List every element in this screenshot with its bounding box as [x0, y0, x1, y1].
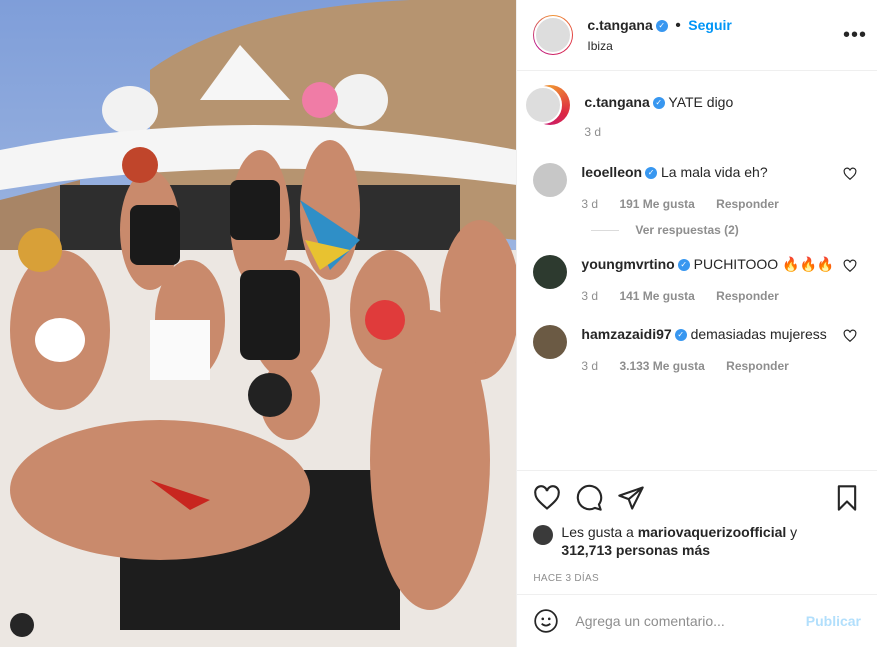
verified-badge-icon: ✓ — [652, 97, 665, 110]
replies-divider — [591, 229, 620, 231]
likes-suffix: y — [790, 524, 798, 540]
caption-username[interactable]: c.tangana — [584, 94, 649, 110]
follow-button[interactable]: Seguir — [688, 17, 732, 33]
comment-time: 3 d — [581, 359, 599, 373]
comment-likes[interactable]: 141 Me gusta — [619, 289, 694, 303]
reply-button[interactable]: Responder — [716, 289, 779, 303]
like-comment-icon[interactable] — [843, 329, 857, 343]
emoji-icon[interactable] — [533, 608, 559, 634]
reply-button[interactable]: Responder — [726, 359, 789, 373]
post-time: HACE 3 DÍAS — [533, 573, 599, 584]
separator-dot: • — [675, 17, 681, 34]
share-icon[interactable] — [617, 484, 645, 512]
caption: c.tangana ✓ YATE digo 3 d — [524, 85, 861, 141]
author-avatar[interactable] — [533, 15, 574, 55]
comment-text: demasiadas mujeress — [690, 326, 827, 342]
verified-badge-icon: ✓ — [677, 259, 690, 272]
save-bookmark-icon[interactable] — [833, 484, 861, 512]
commenter-avatar[interactable] — [533, 325, 568, 359]
comment-time: 3 d — [581, 197, 599, 211]
likes-summary: Les gusta a mariovaquerizoofficial y 312… — [533, 523, 861, 559]
author-username[interactable]: c.tangana — [587, 17, 652, 33]
like-comment-icon[interactable] — [843, 167, 857, 181]
view-replies-label: Ver respuestas (2) — [635, 223, 739, 237]
comment-icon[interactable] — [575, 484, 603, 512]
commenter-avatar[interactable] — [533, 255, 568, 289]
caption-text: YATE digo — [668, 94, 734, 110]
liker-username[interactable]: mariovaquerizoofficial — [638, 524, 787, 540]
add-comment-bar: Agrega un comentario... Publicar — [517, 594, 877, 647]
location-link[interactable]: Ibiza — [587, 39, 731, 53]
comments-list: c.tangana ✓ YATE digo 3 d leoelleon ✓ La m… — [517, 85, 877, 389]
post-actions: Les gusta a mariovaquerizoofficial y 312… — [517, 470, 877, 584]
like-comment-icon[interactable] — [843, 259, 857, 273]
comment-time: 3 d — [581, 289, 599, 303]
comment-likes[interactable]: 191 Me gusta — [619, 197, 694, 211]
comment-item: youngmvrtino ✓ PUCHITOOO 🔥🔥🔥 3 d 141 Me g… — [533, 255, 861, 305]
post-container: c.tangana ✓ • Seguir Ibiza ••• c.tangana ✓… — [0, 0, 877, 647]
caption-avatar[interactable] — [524, 85, 571, 125]
action-bar — [533, 483, 861, 513]
commenter-username[interactable]: leoelleon — [581, 164, 642, 180]
likes-count[interactable]: 312,713 personas más — [561, 542, 710, 558]
more-options-icon[interactable]: ••• — [843, 24, 867, 47]
publish-button[interactable]: Publicar — [806, 613, 861, 629]
caption-time: 3 d — [584, 125, 602, 139]
commenter-username[interactable]: youngmvrtino — [581, 256, 674, 272]
like-heart-icon[interactable] — [533, 484, 561, 512]
yacht-photo — [0, 0, 517, 647]
view-replies-button[interactable]: Ver respuestas (2) — [591, 223, 861, 237]
commenter-avatar[interactable] — [533, 163, 568, 197]
comment-text: PUCHITOOO 🔥🔥🔥 — [693, 256, 835, 272]
comment-input[interactable]: Agrega un comentario... — [575, 613, 805, 629]
commenter-username[interactable]: hamzazaidi97 — [581, 326, 671, 342]
post-side-panel: c.tangana ✓ • Seguir Ibiza ••• c.tangana ✓… — [516, 0, 877, 647]
comment-item: hamzazaidi97 ✓ demasiadas mujeress 3 d 3.… — [533, 325, 861, 375]
comment-item: leoelleon ✓ La mala vida eh? 3 d 191 Me g… — [533, 163, 861, 213]
post-header: c.tangana ✓ • Seguir Ibiza ••• — [517, 0, 877, 71]
post-photo[interactable] — [0, 0, 517, 647]
comment-text: La mala vida eh? — [660, 164, 768, 180]
verified-badge-icon: ✓ — [655, 19, 668, 32]
verified-badge-icon: ✓ — [645, 167, 658, 180]
liker-avatar[interactable] — [533, 525, 554, 545]
reply-button[interactable]: Responder — [716, 197, 779, 211]
tagged-user-icon[interactable] — [10, 613, 34, 637]
comment-likes[interactable]: 3.133 Me gusta — [619, 359, 704, 373]
likes-prefix: Les gusta a — [561, 524, 634, 540]
verified-badge-icon: ✓ — [674, 329, 687, 342]
